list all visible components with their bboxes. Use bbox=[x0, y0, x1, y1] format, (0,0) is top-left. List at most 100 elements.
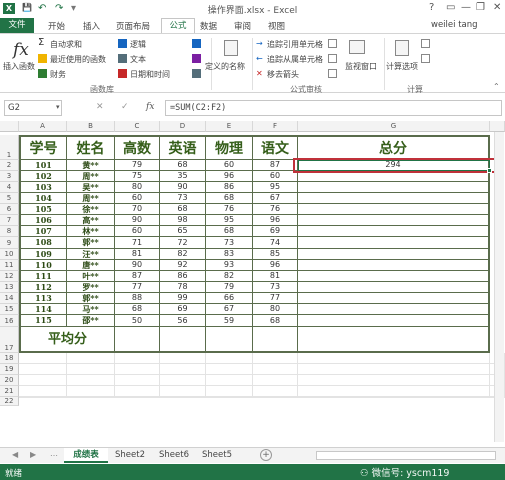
data-cell[interactable]: 69 bbox=[160, 304, 206, 315]
total-cell[interactable] bbox=[298, 271, 490, 282]
data-cell[interactable]: 78 bbox=[160, 282, 206, 293]
average-cell[interactable] bbox=[206, 327, 253, 353]
header-cell[interactable]: 姓名 bbox=[67, 135, 115, 160]
empty-cell[interactable] bbox=[115, 397, 160, 398]
tab-page-layout[interactable]: 页面布局 bbox=[116, 20, 150, 32]
data-cell[interactable]: 107 bbox=[19, 226, 67, 237]
data-cell[interactable]: 50 bbox=[115, 315, 160, 327]
empty-cell[interactable] bbox=[298, 397, 490, 398]
empty-cell[interactable] bbox=[67, 353, 115, 364]
column-header[interactable]: F bbox=[253, 121, 298, 132]
total-cell[interactable] bbox=[298, 304, 490, 315]
text-button[interactable]: 文本 bbox=[130, 54, 146, 65]
show-formulas-icon[interactable] bbox=[328, 39, 337, 48]
data-cell[interactable]: 82 bbox=[160, 249, 206, 260]
tab-view[interactable]: 视图 bbox=[268, 20, 285, 32]
empty-cell[interactable] bbox=[298, 375, 490, 386]
empty-cell[interactable] bbox=[19, 386, 67, 397]
sheet-tab[interactable]: Sheet6 bbox=[155, 448, 193, 463]
data-cell[interactable]: 汪** bbox=[67, 249, 115, 260]
empty-cell[interactable] bbox=[160, 364, 206, 375]
data-cell[interactable]: 96 bbox=[253, 260, 298, 271]
data-cell[interactable]: 73 bbox=[253, 282, 298, 293]
data-cell[interactable]: 70 bbox=[115, 204, 160, 215]
data-cell[interactable]: 67 bbox=[253, 193, 298, 204]
define-name-button[interactable]: 定义的名称 bbox=[205, 61, 245, 72]
empty-cell[interactable] bbox=[253, 353, 298, 364]
data-cell[interactable]: 115 bbox=[19, 315, 67, 327]
data-cell[interactable]: 112 bbox=[19, 282, 67, 293]
empty-cell[interactable] bbox=[206, 375, 253, 386]
formula-input[interactable]: =SUM(C2:F2) bbox=[165, 100, 502, 116]
financial-button[interactable]: 财务 bbox=[50, 69, 66, 80]
empty-cell[interactable] bbox=[206, 386, 253, 397]
data-cell[interactable]: 83 bbox=[206, 249, 253, 260]
row-header[interactable]: 15 bbox=[0, 304, 19, 315]
row-header[interactable]: 9 bbox=[0, 237, 19, 249]
sheet-tab-active[interactable]: 成绩表 bbox=[64, 448, 108, 463]
empty-cell[interactable] bbox=[115, 386, 160, 397]
total-cell[interactable] bbox=[298, 215, 490, 226]
datetime-button[interactable]: 日期和时间 bbox=[130, 69, 170, 80]
empty-cell[interactable] bbox=[160, 353, 206, 364]
sheet-next-icon[interactable]: ▶ bbox=[30, 450, 36, 459]
watch-window-button[interactable]: 监视窗口 bbox=[345, 61, 377, 72]
row-header[interactable]: 6 bbox=[0, 204, 19, 215]
data-cell[interactable]: 68 bbox=[206, 226, 253, 237]
data-cell[interactable]: 75 bbox=[115, 171, 160, 182]
empty-cell[interactable] bbox=[19, 364, 67, 375]
row-header[interactable]: 19 bbox=[0, 364, 19, 375]
data-cell[interactable]: 60 bbox=[253, 171, 298, 182]
sheet-prev-icon[interactable]: ◀ bbox=[12, 450, 18, 459]
header-cell[interactable]: 语文 bbox=[253, 135, 298, 160]
data-cell[interactable]: 罗** bbox=[67, 282, 115, 293]
total-cell[interactable] bbox=[298, 293, 490, 304]
total-cell[interactable] bbox=[298, 182, 490, 193]
row-header[interactable]: 22 bbox=[0, 397, 19, 406]
average-cell[interactable] bbox=[115, 327, 160, 353]
vertical-scrollbar[interactable] bbox=[494, 132, 504, 442]
worksheet-grid[interactable]: A B C D E F G 1 2 3 4 5 6 7 8 9 10 11 12 13 14 15 16 17 18 19 20 21… bbox=[0, 121, 505, 444]
row-header[interactable]: 2 bbox=[0, 160, 19, 171]
data-cell[interactable]: 95 bbox=[253, 182, 298, 193]
data-cell[interactable]: 唐** bbox=[67, 260, 115, 271]
empty-cell[interactable] bbox=[206, 353, 253, 364]
restore-button[interactable]: ❐ bbox=[476, 2, 485, 13]
data-cell[interactable]: 105 bbox=[19, 204, 67, 215]
data-cell[interactable]: 叶** bbox=[67, 271, 115, 282]
evaluate-formula-icon[interactable] bbox=[328, 69, 337, 78]
data-cell[interactable]: 67 bbox=[206, 304, 253, 315]
empty-cell[interactable] bbox=[206, 397, 253, 398]
logical-button[interactable]: 逻辑 bbox=[130, 39, 146, 50]
trace-precedents-button[interactable]: 追踪引用单元格 bbox=[267, 39, 323, 50]
empty-cell[interactable] bbox=[253, 397, 298, 398]
data-cell[interactable]: 66 bbox=[206, 293, 253, 304]
data-cell[interactable]: 马** bbox=[67, 304, 115, 315]
collapse-ribbon-icon[interactable]: ⌃ bbox=[493, 82, 500, 91]
total-cell[interactable] bbox=[298, 171, 490, 182]
row-header[interactable]: 10 bbox=[0, 249, 19, 260]
data-cell[interactable]: 106 bbox=[19, 215, 67, 226]
row-header[interactable]: 3 bbox=[0, 171, 19, 182]
select-all-corner[interactable] bbox=[0, 121, 19, 132]
row-header[interactable]: 8 bbox=[0, 226, 19, 237]
data-cell[interactable]: 71 bbox=[115, 237, 160, 249]
data-cell[interactable]: 102 bbox=[19, 171, 67, 182]
data-cell[interactable]: 邵** bbox=[67, 315, 115, 327]
data-cell[interactable]: 吴** bbox=[67, 182, 115, 193]
data-cell[interactable]: 郭** bbox=[67, 237, 115, 249]
data-cell[interactable]: 68 bbox=[115, 304, 160, 315]
data-cell[interactable]: 86 bbox=[160, 271, 206, 282]
row-header[interactable]: 21 bbox=[0, 386, 19, 397]
empty-cell[interactable] bbox=[160, 397, 206, 398]
data-cell[interactable]: 110 bbox=[19, 260, 67, 271]
total-cell[interactable] bbox=[298, 226, 490, 237]
data-cell[interactable]: 73 bbox=[160, 193, 206, 204]
row-header[interactable]: 14 bbox=[0, 293, 19, 304]
fill-handle[interactable] bbox=[487, 168, 492, 173]
data-cell[interactable]: 90 bbox=[115, 215, 160, 226]
total-cell[interactable] bbox=[298, 193, 490, 204]
trace-dependents-button[interactable]: 追踪从属单元格 bbox=[267, 54, 323, 65]
data-cell[interactable]: 68 bbox=[253, 315, 298, 327]
data-cell[interactable]: 95 bbox=[206, 215, 253, 226]
